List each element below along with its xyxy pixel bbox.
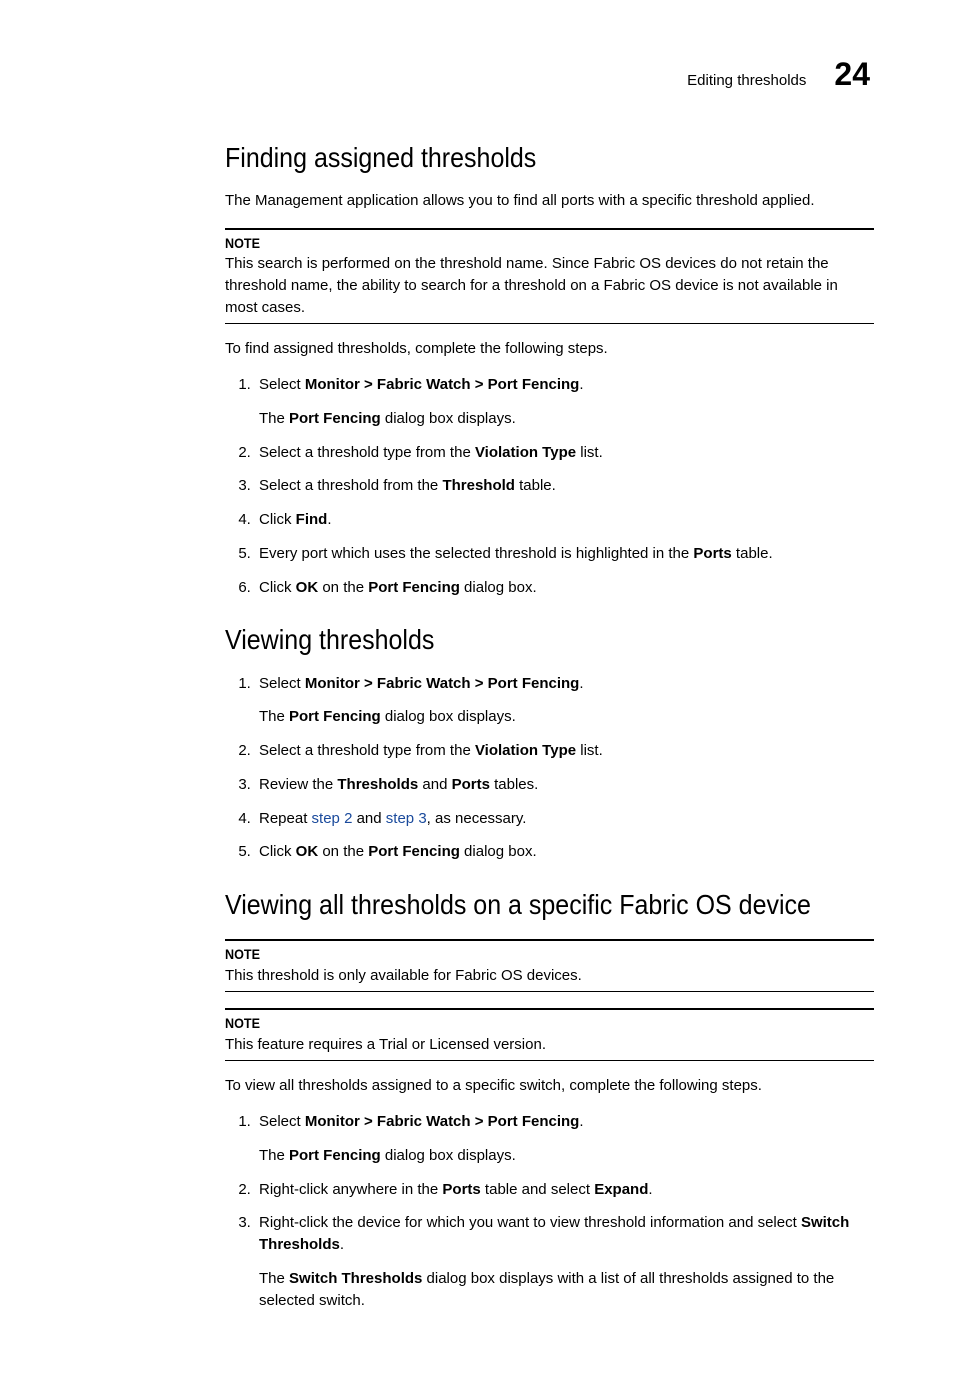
step-subtext: The Port Fencing dialog box displays.	[259, 706, 874, 728]
steps-list: Select Monitor > Fabric Watch > Port Fen…	[225, 1111, 874, 1311]
menu-item-name: Expand	[594, 1181, 648, 1198]
step-item: Select a threshold type from the Violati…	[255, 740, 874, 762]
step-item: Right-click anywhere in the Ports table …	[255, 1179, 874, 1201]
dialog-name: Port Fencing	[289, 708, 381, 725]
step-item: Select a threshold type from the Violati…	[255, 442, 874, 464]
menu-path: Monitor > Fabric Watch > Port Fencing	[305, 675, 579, 692]
dialog-name: Port Fencing	[368, 843, 460, 860]
step-item: Select Monitor > Fabric Watch > Port Fen…	[255, 1111, 874, 1167]
note-body: This feature requires a Trial or License…	[225, 1034, 874, 1056]
running-header: Editing thresholds 24	[80, 58, 874, 92]
ui-element-name: Threshold	[442, 477, 515, 494]
note-block: NOTE This search is performed on the thr…	[225, 228, 874, 325]
button-name: OK	[296, 579, 319, 596]
ui-element-name: Violation Type	[475, 742, 576, 759]
note-label: NOTE	[225, 944, 809, 964]
lead-in-paragraph: To view all thresholds assigned to a spe…	[225, 1075, 874, 1097]
menu-path: Monitor > Fabric Watch > Port Fencing	[305, 1113, 579, 1130]
step-item: Select Monitor > Fabric Watch > Port Fen…	[255, 374, 874, 430]
cross-reference-link[interactable]: step 3	[386, 810, 427, 827]
running-header-text: Editing thresholds	[687, 70, 806, 92]
step-item: Select Monitor > Fabric Watch > Port Fen…	[255, 673, 874, 729]
note-label: NOTE	[225, 233, 809, 253]
note-body: This threshold is only available for Fab…	[225, 965, 874, 987]
lead-in-paragraph: To find assigned thresholds, complete th…	[225, 338, 874, 360]
step-item: Repeat step 2 and step 3, as necessary.	[255, 808, 874, 830]
dialog-name: Port Fencing	[368, 579, 460, 596]
step-subtext: The Port Fencing dialog box displays.	[259, 408, 874, 430]
note-block: NOTE This feature requires a Trial or Li…	[225, 1008, 874, 1061]
heading-viewing-all-thresholds-device: Viewing all thresholds on a specific Fab…	[225, 885, 874, 925]
button-name: OK	[296, 843, 319, 860]
note-label: NOTE	[225, 1013, 809, 1033]
ui-element-name: Ports	[693, 545, 731, 562]
note-body: This search is performed on the threshol…	[225, 253, 874, 318]
step-item: Click OK on the Port Fencing dialog box.	[255, 841, 874, 863]
heading-finding-assigned-thresholds: Finding assigned thresholds	[225, 138, 874, 178]
dialog-name: Switch Thresholds	[289, 1270, 422, 1287]
button-name: Find	[296, 511, 328, 528]
step-text: .	[579, 376, 583, 393]
chapter-number: 24	[834, 58, 870, 90]
step-item: Every port which uses the selected thres…	[255, 543, 874, 565]
step-item: Select a threshold from the Threshold ta…	[255, 475, 874, 497]
steps-list: Select Monitor > Fabric Watch > Port Fen…	[225, 673, 874, 864]
step-subtext: The Switch Thresholds dialog box display…	[259, 1268, 874, 1312]
step-item: Review the Thresholds and Ports tables.	[255, 774, 874, 796]
menu-path: Monitor > Fabric Watch > Port Fencing	[305, 376, 579, 393]
dialog-name: Port Fencing	[289, 410, 381, 427]
dialog-name: Port Fencing	[289, 1147, 381, 1164]
intro-paragraph: The Management application allows you to…	[225, 190, 874, 212]
ui-element-name: Ports	[442, 1181, 480, 1198]
step-item: Right-click the device for which you wan…	[255, 1212, 874, 1311]
heading-viewing-thresholds: Viewing thresholds	[225, 620, 874, 660]
step-subtext: The Port Fencing dialog box displays.	[259, 1145, 874, 1167]
ui-element-name: Violation Type	[475, 444, 576, 461]
step-item: Click Find.	[255, 509, 874, 531]
ui-element-name: Ports	[452, 776, 490, 793]
step-text: Select	[259, 376, 305, 393]
steps-list: Select Monitor > Fabric Watch > Port Fen…	[225, 374, 874, 598]
step-item: Click OK on the Port Fencing dialog box.	[255, 577, 874, 599]
cross-reference-link[interactable]: step 2	[312, 810, 353, 827]
ui-element-name: Thresholds	[337, 776, 418, 793]
note-block: NOTE This threshold is only available fo…	[225, 939, 874, 992]
